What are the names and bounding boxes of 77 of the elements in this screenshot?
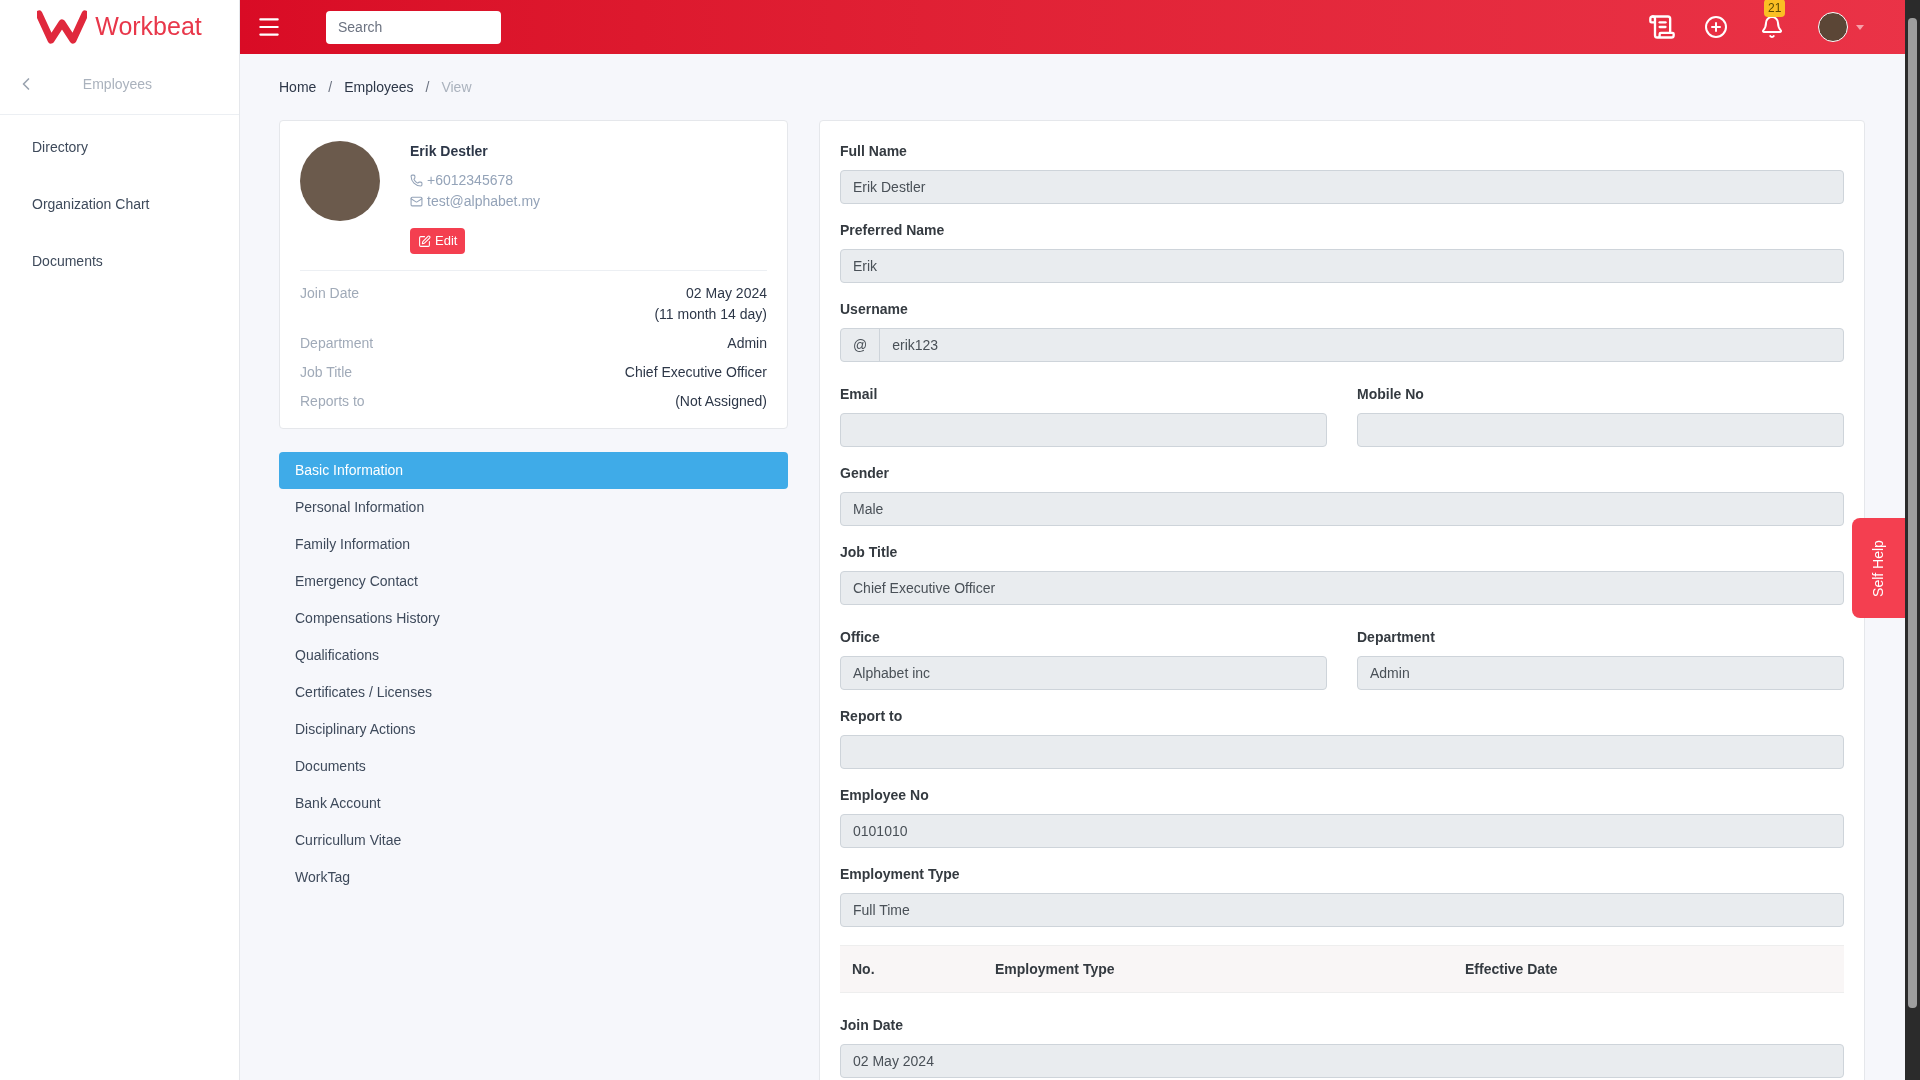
section-tab[interactable]: Documents (279, 748, 788, 785)
mail-icon (410, 195, 423, 208)
detail-label: Join Date (300, 284, 360, 303)
input-value: erik123 (891, 335, 940, 355)
column-heading: Employment Type (995, 960, 1115, 977)
input-field[interactable]: 02 May 2024 (840, 1044, 1844, 1078)
field-label: Mobile No (1357, 386, 1424, 403)
input-field[interactable]: @ erik123 (840, 328, 1844, 362)
detail-value: Admin (727, 334, 767, 353)
field-label: Gender (840, 465, 889, 482)
invoice-icon[interactable] (1648, 13, 1676, 41)
phone-icon (410, 174, 423, 187)
at-prefix: @ (841, 329, 881, 361)
notification-icon[interactable] (1760, 15, 1784, 39)
input-field[interactable] (840, 413, 1327, 447)
sidebar-title: Employees (81, 74, 154, 94)
detail-label: Department (300, 334, 374, 353)
input-field[interactable]: Erik Destler (840, 170, 1844, 204)
section-tab[interactable]: Qualifications (279, 637, 788, 674)
section-tab[interactable]: Disciplinary Actions (279, 711, 788, 748)
field-label: Employment Type (840, 866, 960, 883)
detail-label: Job Title (300, 363, 353, 382)
field-label: Office (840, 629, 880, 646)
field-label: Report to (840, 708, 903, 725)
section-tab[interactable]: Bank Account (279, 785, 788, 822)
detail-value: (Not Assigned) (675, 392, 767, 411)
breadcrumb-link[interactable]: Home (279, 76, 317, 98)
section-tab[interactable]: Curricullum Vitae (279, 822, 788, 859)
field-label: Job Title (840, 544, 898, 561)
field-label: Join Date (840, 1017, 903, 1034)
sidebar-item[interactable]: Directory (0, 119, 239, 176)
breadcrumb-separator: / (424, 77, 431, 97)
field-label: Full Name (840, 143, 907, 160)
logo-icon (37, 10, 88, 44)
section-tab[interactable]: Family Information (279, 526, 788, 563)
sidebar-item[interactable]: Documents (0, 233, 239, 290)
field-label: Email (840, 386, 878, 403)
input-field[interactable]: Full Time (840, 893, 1844, 927)
section-tab[interactable]: WorkTag (279, 859, 788, 896)
field-label: Preferred Name (840, 222, 945, 239)
section-tab[interactable]: Personal Information (279, 489, 788, 526)
breadcrumb-separator: / (327, 77, 334, 97)
input-field[interactable] (1357, 413, 1844, 447)
column-heading: No. (852, 960, 875, 977)
section-tab[interactable]: Emergency Contact (279, 563, 788, 600)
input-field[interactable]: Erik (840, 249, 1844, 283)
brand-name: Workbeat (95, 11, 202, 43)
input-field[interactable]: Chief Executive Officer (840, 571, 1844, 605)
input-field[interactable]: 0101010 (840, 814, 1844, 848)
notification-count: 21 (1764, 0, 1786, 17)
section-tab[interactable]: Certificates / Licenses (279, 674, 788, 711)
sidebar-item[interactable]: Organization Chart (0, 176, 239, 233)
input-field[interactable]: Male (840, 492, 1844, 526)
column-heading: Effective Date (1465, 960, 1558, 977)
edit-button[interactable]: Edit (410, 228, 466, 254)
input-field[interactable]: Admin (1357, 656, 1844, 690)
scrollbar[interactable] (1905, 0, 1920, 1080)
detail-value: Chief Executive Officer (624, 363, 767, 382)
input-field[interactable] (840, 735, 1844, 769)
self-help-tab[interactable]: Self Help (1852, 518, 1905, 618)
add-icon[interactable] (1704, 15, 1728, 39)
phone-number: +6012345678 (427, 171, 514, 190)
employee-name: Erik Destler (410, 142, 489, 161)
section-tab[interactable]: Compensations History (279, 600, 788, 637)
field-label: Username (840, 301, 908, 318)
caret-icon[interactable] (1856, 24, 1864, 30)
avatar[interactable] (1818, 12, 1848, 42)
search-field[interactable]: Search (326, 10, 501, 44)
detail-note: (11 month 14 day) (654, 305, 767, 324)
detail-label: Reports to (300, 392, 365, 411)
field-label: Employee No (840, 787, 929, 804)
email-address: test@alphabet.my (427, 192, 541, 211)
edit-icon (418, 234, 431, 248)
field-label: Department (1357, 629, 1435, 646)
input-field[interactable]: Alphabet inc (840, 656, 1327, 690)
detail-value: 02 May 2024 (686, 284, 767, 303)
breadcrumb-link[interactable]: Employees (344, 76, 414, 98)
